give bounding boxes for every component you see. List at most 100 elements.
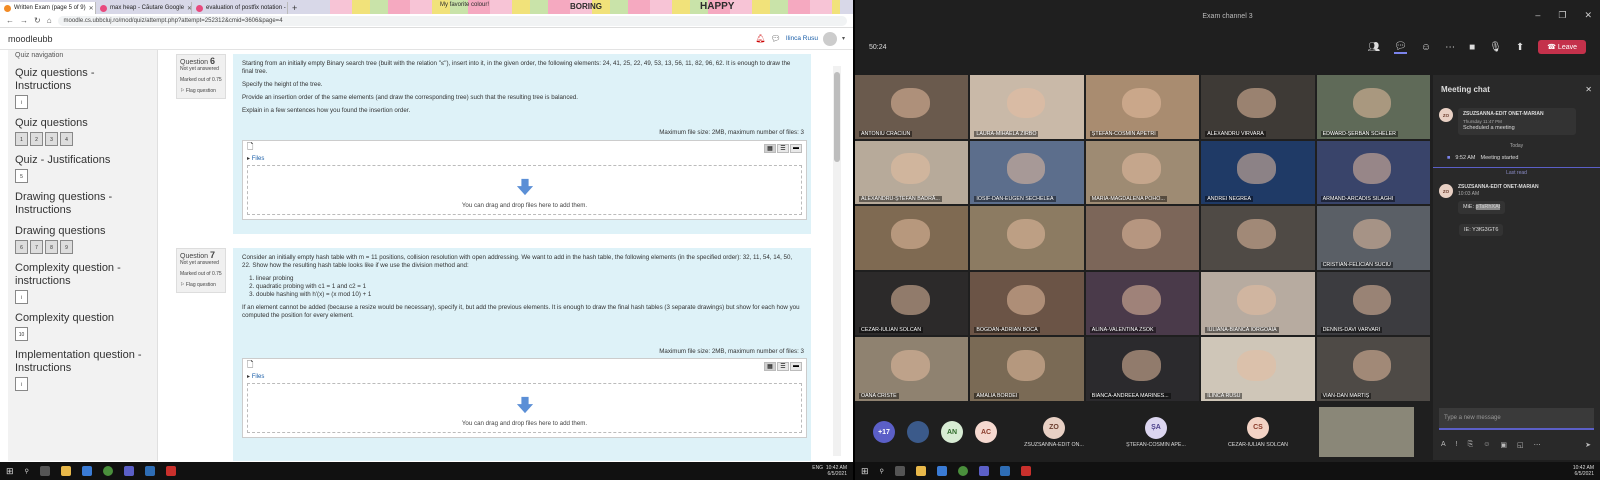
participant-video-tile[interactable]: ALINA-VALENTINA ZSOK (1085, 271, 1200, 336)
emoji-icon[interactable]: ☺ (1483, 441, 1490, 449)
participant-video-tile[interactable]: ANDREI NEGREA (1201, 140, 1315, 205)
acrobat-icon[interactable] (165, 466, 176, 476)
files-folder[interactable]: ▸ Files (243, 373, 806, 383)
grid-view-icon[interactable]: ▦ (764, 361, 776, 371)
mail-icon[interactable] (144, 466, 155, 476)
windows-start-icon[interactable]: ⊞ (6, 466, 14, 477)
files-folder[interactable]: ▸ Files (243, 155, 806, 165)
send-icon[interactable]: ➤ (1585, 441, 1591, 449)
file-explorer-icon[interactable] (915, 466, 926, 476)
participant-video-tile[interactable]: LAURA-MIHAELA ZIRBO (970, 75, 1084, 139)
add-file-icon[interactable]: 🗋︎ (247, 141, 253, 155)
participant-video-tile[interactable]: IOSIF-DAN-EUGEN SECHELEA (970, 140, 1084, 205)
chat-icon[interactable]: 💬︎ (1394, 41, 1407, 54)
question-nav-button[interactable]: 5 (15, 169, 28, 183)
participant-video-tile[interactable]: BIANCA-ANDREEA MARINES... (1085, 337, 1200, 401)
chrome-icon[interactable] (102, 466, 113, 476)
participant-card[interactable]: ȘA ȘTEFAN-COSMIN APE... (1111, 416, 1201, 448)
question-nav-button[interactable]: 9 (60, 240, 73, 254)
notification-icon[interactable]: 🔔︎ (756, 34, 766, 43)
self-view-video[interactable] (1319, 407, 1414, 457)
new-tab-button[interactable]: + (288, 2, 301, 14)
list-view-icon[interactable]: ☰ (777, 361, 789, 371)
reactions-icon[interactable]: ☺ (1421, 42, 1431, 53)
folder-view-icon[interactable]: ▬ (790, 361, 802, 371)
sticker-icon[interactable]: ◱ (1517, 441, 1524, 449)
participant-avatar[interactable]: AC (975, 421, 997, 443)
gif-icon[interactable]: ▣ (1500, 441, 1507, 449)
question-nav-button[interactable]: 4 (60, 132, 73, 146)
question-nav-button[interactable]: 7 (30, 240, 43, 254)
site-brand[interactable]: moodleubb (8, 34, 53, 44)
question-nav-button[interactable]: i (15, 377, 28, 391)
home-icon[interactable]: ⌂ (47, 16, 52, 25)
participant-video-tile[interactable]: MARIA-MAGDALENA POHO... (1085, 140, 1200, 205)
teams-icon[interactable] (123, 466, 134, 476)
participant-video-tile[interactable]: CEZAR-IULIAN SOLCAN (855, 271, 969, 336)
participants-icon[interactable]: 👥︎ (1367, 42, 1380, 53)
back-icon[interactable]: ← (6, 16, 14, 25)
mic-muted-icon[interactable]: 🎙︎ (1489, 42, 1502, 53)
maximize-icon[interactable]: ❐ (1558, 10, 1566, 21)
mail-icon[interactable] (999, 466, 1010, 476)
question-nav-button[interactable]: 3 (45, 132, 58, 146)
folder-view-icon[interactable]: ▬ (790, 143, 802, 153)
grid-view-icon[interactable]: ▦ (764, 143, 776, 153)
question-nav-button[interactable]: 8 (45, 240, 58, 254)
search-icon[interactable]: ⚲ (880, 468, 884, 475)
system-tray[interactable]: 10:42 AM 6/5/2021 (1573, 465, 1594, 477)
browser-tab[interactable]: evaluation of postfix notation -✕ (192, 2, 288, 14)
list-view-icon[interactable]: ☰ (777, 143, 789, 153)
leave-button[interactable]: ☎ Leave (1538, 40, 1586, 54)
format-icon[interactable]: A (1441, 441, 1446, 449)
message-bubble[interactable]: MiE: pTaRhXAt (1458, 201, 1506, 214)
store-icon[interactable] (936, 466, 947, 476)
question-nav-button[interactable]: 1 (15, 132, 28, 146)
message-input[interactable]: Type a new message (1439, 408, 1594, 430)
participant-video-tile[interactable]: ILINCA RUSU (1201, 337, 1315, 401)
system-tray[interactable]: ENG 10:42 AM 6/5/2021 (812, 465, 847, 477)
camera-icon[interactable]: ■ (1469, 42, 1475, 53)
participant-video-tile[interactable]: BOGDAN-ADRIAN BOCA (970, 271, 1084, 336)
participant-video-tile[interactable]: AMALIA BORDEI (970, 337, 1084, 401)
share-screen-icon[interactable]: ⬆ (1516, 42, 1524, 53)
acrobat-icon[interactable] (1020, 466, 1031, 476)
chrome-icon[interactable] (957, 466, 968, 476)
page-scrollbar[interactable] (833, 66, 841, 456)
windows-start-icon[interactable]: ⊞ (861, 466, 869, 477)
task-view-icon[interactable] (894, 466, 905, 476)
participant-video-tile[interactable] (1201, 206, 1315, 270)
flag-question-link[interactable]: ⚐ Flag question (180, 88, 222, 95)
participant-avatar[interactable] (907, 421, 929, 443)
question-nav-button[interactable]: 10 (15, 327, 28, 341)
participant-video-tile[interactable] (970, 206, 1084, 270)
task-view-icon[interactable] (39, 466, 50, 476)
participant-video-tile[interactable]: ALEXANDRU-ȘTEFAN BADRĂ... (855, 140, 969, 205)
store-icon[interactable] (81, 466, 92, 476)
search-icon[interactable]: ⚲ (25, 468, 29, 475)
file-explorer-icon[interactable] (60, 466, 71, 476)
minimize-icon[interactable]: – (1535, 10, 1540, 21)
messages-icon[interactable]: 💬︎ (771, 34, 781, 43)
participant-video-tile[interactable]: CRISTIAN-FELICIAN SUCIU (1316, 206, 1430, 270)
question-nav-button[interactable]: 2 (30, 132, 43, 146)
participant-card[interactable]: ZO ZSUZSANNA-EDIT ON... (1009, 416, 1099, 448)
participant-video-tile[interactable]: ARMAND-ARCADIS SILAGHI (1316, 140, 1430, 205)
participant-video-tile[interactable]: ANTONIU CRACIUN (855, 75, 969, 139)
scrollbar-thumb[interactable] (834, 72, 840, 162)
url-input[interactable]: moodle.cs.ubbcluj.ro/mod/quiz/attempt.ph… (57, 15, 847, 26)
teams-icon[interactable] (978, 466, 989, 476)
browser-tab[interactable]: max heap - Căutare Google ✕ (96, 2, 192, 14)
drop-zone[interactable]: You can drag and drop files here to add … (247, 165, 802, 215)
participant-video-tile[interactable]: IULIANA-BIANCA IORGOAIA (1201, 271, 1315, 336)
participant-video-tile[interactable]: DENNIS-DAVI VARVARI (1316, 271, 1430, 336)
participant-video-tile[interactable]: OANA CRISTE (855, 337, 969, 401)
participant-video-tile[interactable] (1085, 206, 1200, 270)
reload-icon[interactable]: ↻ (34, 16, 41, 25)
participant-video-tile[interactable] (855, 206, 969, 270)
participant-video-tile[interactable]: ȘTEFAN-COSMIN APETRI (1085, 75, 1200, 139)
participant-video-tile[interactable]: ALEXANDRU VIRVARA (1201, 75, 1315, 139)
attach-icon[interactable]: ⎘ (1468, 441, 1474, 449)
browser-tab[interactable]: Written Exam (page 5 of 9) ✕ (0, 2, 96, 14)
question-nav-button[interactable]: 6 (15, 240, 28, 254)
